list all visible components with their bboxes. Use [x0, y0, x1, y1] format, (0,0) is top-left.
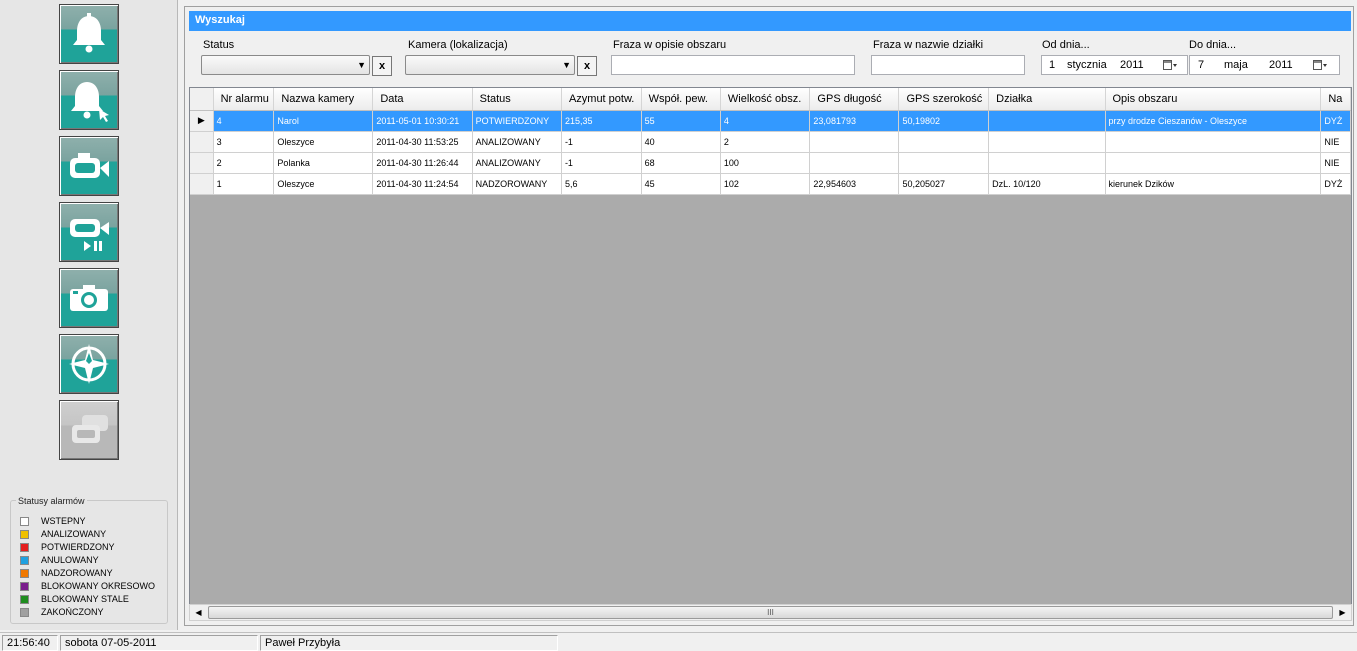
to-date-label: Do dnia... — [1189, 39, 1237, 51]
legend-item: ANALIZOWANY — [20, 528, 106, 540]
legend-swatch — [20, 555, 29, 565]
plot-phrase-label: Fraza w nazwie działki — [873, 39, 984, 51]
status-bar: 21:56:40 sobota 07-05-2011 Paweł Przybył… — [0, 632, 1357, 651]
table-row[interactable]: 2 Polanka 2011-04-30 11:26:44 ANALIZOWANY -1… — [190, 152, 1351, 174]
multi-camera-icon — [72, 415, 108, 443]
from-month: stycznia — [1067, 59, 1107, 71]
horizontal-scrollbar[interactable]: ◀ III ▶ — [189, 604, 1352, 621]
multi-camera-button[interactable] — [59, 400, 119, 460]
column-header[interactable]: Nr alarmu — [213, 88, 275, 111]
legend-item: NADZOROWANY — [20, 567, 113, 579]
from-date-label: Od dnia... — [1042, 39, 1090, 51]
bell-cursor-icon — [71, 82, 109, 122]
photo-button[interactable] — [59, 268, 119, 328]
table-row[interactable]: 3 Oleszyce 2011-04-30 11:53:25 ANALIZOWANY -… — [190, 131, 1351, 153]
column-header[interactable]: Wielkość obsz. — [720, 88, 811, 111]
camera-select[interactable]: ▼ — [405, 55, 575, 75]
column-header[interactable]: GPS długość — [809, 88, 900, 111]
column-header[interactable]: Opis obszaru — [1105, 88, 1322, 111]
alarm-status-legend: Statusy alarmów WSTEPNY ANALIZOWANY POTW… — [10, 496, 168, 624]
legend-swatch — [20, 581, 29, 591]
search-panel: Wyszukaj Status ▼ x Kamera (lokalizacja)… — [184, 6, 1354, 626]
header-row: Nr alarmu Nazwa kamery Data Status Azymu… — [190, 88, 1351, 111]
current-row-arrow-icon: ▶ — [190, 110, 214, 132]
column-header[interactable]: Na — [1320, 88, 1351, 111]
legend-swatch — [20, 607, 29, 617]
camera-icon — [70, 153, 109, 178]
legend-swatch — [20, 568, 29, 578]
legend-item: ZAKOŃCZONY — [20, 606, 104, 618]
camera-playback-button[interactable] — [59, 202, 119, 262]
status-select[interactable]: ▼ — [201, 55, 370, 75]
to-date-picker[interactable]: 7 maja 2011 — [1189, 55, 1340, 75]
legend-swatch — [20, 594, 29, 604]
from-day: 1 — [1049, 59, 1056, 71]
to-year: 2011 — [1269, 59, 1293, 71]
status-date: sobota 07-05-2011 — [60, 635, 258, 651]
area-phrase-input[interactable] — [611, 55, 855, 75]
from-year: 2011 — [1120, 59, 1144, 71]
compass-icon — [69, 344, 109, 384]
scroll-right-icon[interactable]: ▶ — [1334, 605, 1351, 620]
photo-camera-icon — [70, 285, 108, 311]
to-month: maja — [1224, 59, 1248, 71]
clear-status-button[interactable]: x — [372, 56, 392, 76]
scroll-left-icon[interactable]: ◀ — [190, 605, 207, 620]
calendar-dropdown-icon[interactable] — [1163, 59, 1177, 71]
chevron-down-icon: ▼ — [562, 60, 571, 70]
legend-title: Statusy alarmów — [16, 496, 87, 506]
clear-camera-button[interactable]: x — [577, 56, 597, 76]
alarms-grid: Nr alarmu Nazwa kamery Data Status Azymu… — [189, 87, 1352, 621]
legend-swatch — [20, 529, 29, 539]
area-phrase-label: Fraza w opisie obszaru — [613, 39, 727, 51]
calendar-dropdown-icon[interactable] — [1313, 59, 1327, 71]
alarms-table: Nr alarmu Nazwa kamery Data Status Azymu… — [190, 88, 1351, 195]
column-header[interactable]: GPS szerokość — [898, 88, 990, 111]
sidebar: Statusy alarmów WSTEPNY ANALIZOWANY POTW… — [0, 0, 178, 630]
legend-item: BLOKOWANY STALE — [20, 593, 129, 605]
alarms-select-button[interactable] — [59, 70, 119, 130]
legend-item: POTWIERDZONY — [20, 541, 115, 553]
scrollbar-thumb[interactable]: III — [208, 606, 1333, 619]
legend-item: WSTEPNY — [20, 515, 86, 527]
corner-header — [190, 88, 214, 111]
legend-swatch — [20, 516, 29, 526]
column-header[interactable]: Status — [472, 88, 562, 111]
plot-phrase-input[interactable] — [871, 55, 1025, 75]
camera-label: Kamera (lokalizacja) — [408, 39, 508, 51]
status-time: 21:56:40 — [2, 635, 58, 651]
status-user: Paweł Przybyła — [260, 635, 558, 651]
legend-swatch — [20, 542, 29, 552]
camera-live-button[interactable] — [59, 136, 119, 196]
to-day: 7 — [1198, 59, 1205, 71]
map-button[interactable] — [59, 334, 119, 394]
chevron-down-icon: ▼ — [357, 60, 366, 70]
camera-playback-icon — [70, 219, 109, 251]
column-header[interactable]: Działka — [988, 88, 1106, 111]
column-header[interactable]: Data — [372, 88, 473, 111]
column-header[interactable]: Współ. pew. — [641, 88, 721, 111]
column-header[interactable]: Nazwa kamery — [273, 88, 374, 111]
legend-item: BLOKOWANY OKRESOWO — [20, 580, 155, 592]
table-row[interactable]: 1 Oleszyce 2011-04-30 11:24:54 NADZOROWANY 5… — [190, 173, 1351, 195]
status-label: Status — [203, 39, 235, 51]
alarms-button[interactable] — [59, 4, 119, 64]
search-header: Wyszukaj — [189, 11, 1351, 31]
column-header[interactable]: Azymut potw. — [561, 88, 642, 111]
table-row[interactable]: ▶ 4 Narol 2011-05-01 10:30:21 POTWIERDZONY 2… — [190, 110, 1351, 132]
legend-item: ANULOWANY — [20, 554, 99, 566]
bell-icon — [73, 13, 105, 53]
from-date-picker[interactable]: 1 stycznia 2011 — [1041, 55, 1188, 75]
